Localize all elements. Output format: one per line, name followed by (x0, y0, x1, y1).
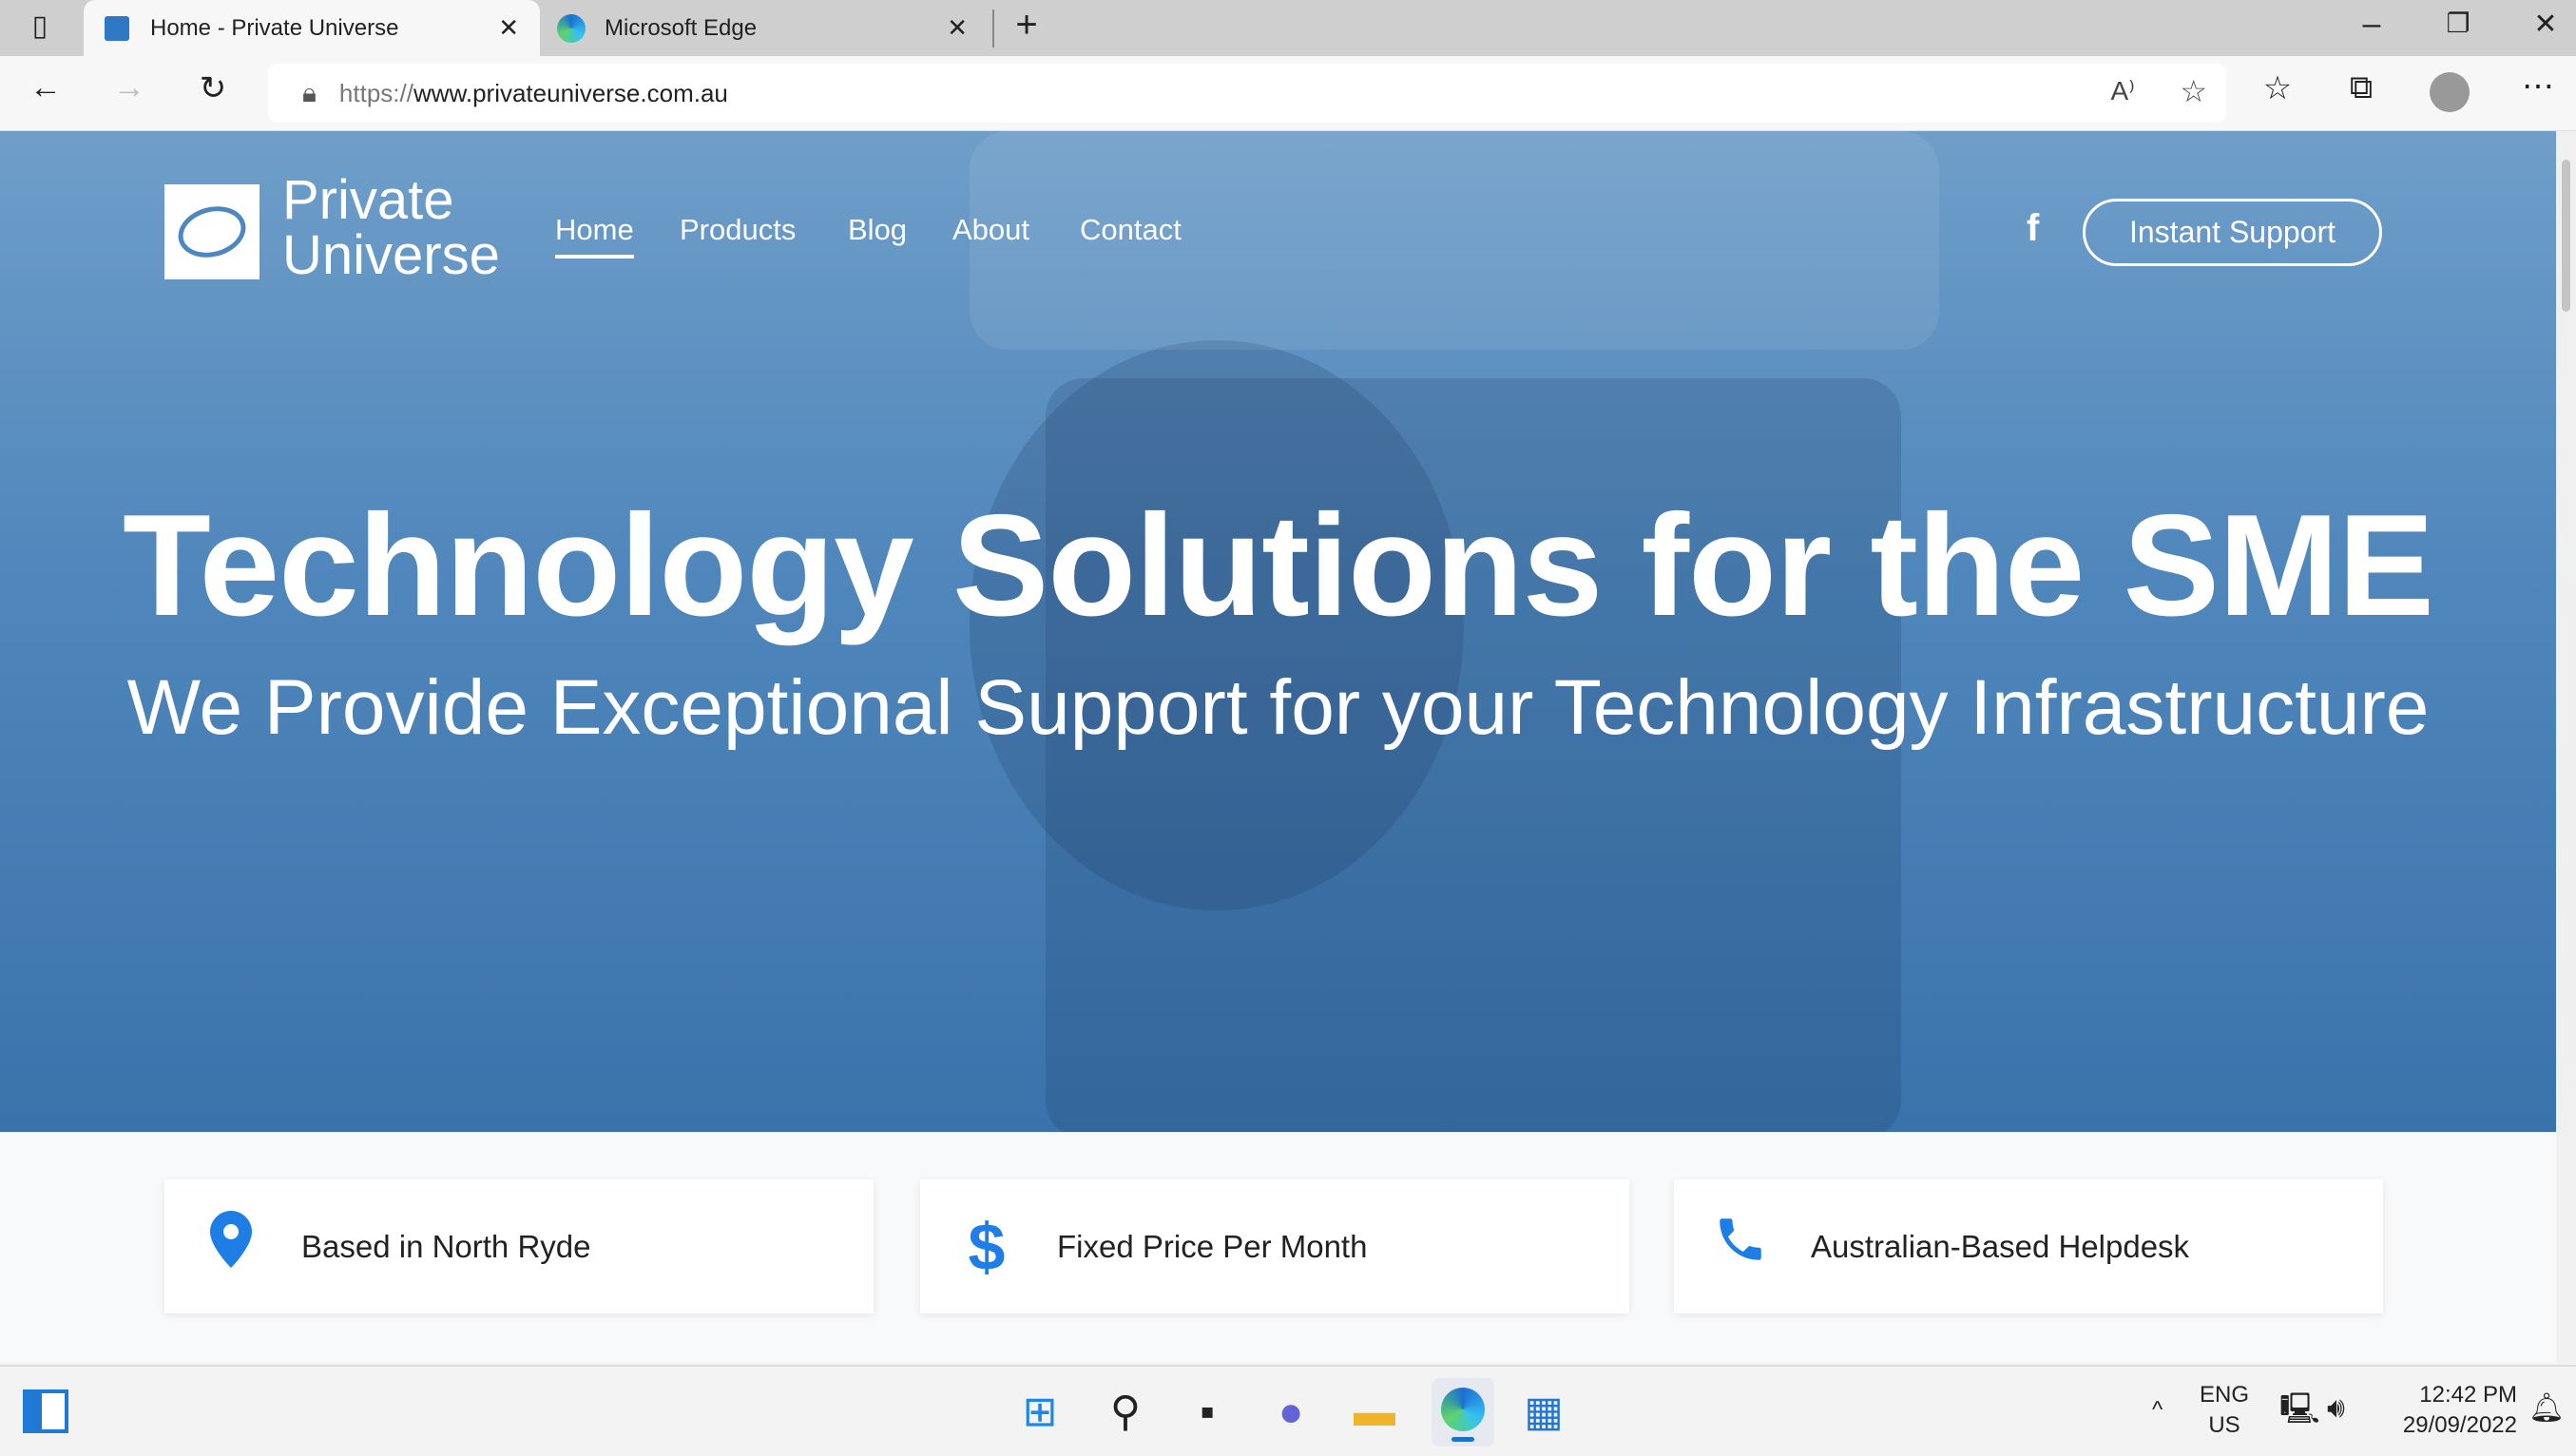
logo-orbit-icon (172, 199, 252, 265)
widgets-icon[interactable] (23, 1389, 68, 1433)
close-tab-icon[interactable]: ✕ (498, 13, 519, 43)
browser-toolbar: ← → ↻ 🔒︎ https://www.privateuniverse.com… (0, 56, 2576, 131)
date: 29/09/2022 (2402, 1412, 2517, 1438)
web-page: Private Universe Home Products Blog Abou… (0, 131, 2556, 1363)
back-button[interactable]: ← (17, 69, 74, 106)
more-menu-icon[interactable]: ⋯ (2509, 67, 2566, 105)
close-tab-icon[interactable]: ✕ (947, 13, 968, 43)
store-icon[interactable]: ▦ (1519, 1388, 1568, 1437)
collections-icon[interactable]: ⧉ (2333, 69, 2390, 106)
language: ENG (2199, 1382, 2249, 1408)
feature-label: Based in North Ryde (301, 1228, 591, 1264)
windows-taskbar: ⊞ ⚲ ▪ ● ▬ ▦ ^ ENG US 🖳︎ 🔊︎ 12:42 PM 29/0… (0, 1365, 2576, 1456)
tab-title: Microsoft Edge (605, 14, 758, 41)
close-window-button[interactable]: ✕ (2517, 8, 2574, 41)
search-icon[interactable]: ⚲ (1101, 1388, 1150, 1437)
phone-icon (1674, 1212, 1807, 1281)
network-icon[interactable]: 🖳︎ (2279, 1393, 2320, 1424)
edge-taskbar-button[interactable] (1432, 1378, 1494, 1446)
tab-home[interactable]: Home - Private Universe ✕ (84, 0, 540, 56)
forward-button[interactable]: → (101, 69, 158, 106)
lock-icon: 🔒︎ (302, 77, 317, 107)
notification-bell-icon[interactable]: 🔔︎ (2528, 1393, 2565, 1424)
show-hidden-icons[interactable]: ^ (2152, 1395, 2163, 1426)
edge-icon (557, 13, 586, 43)
nav-contact[interactable]: Contact (1080, 213, 1182, 247)
tab-bar: ▯ Home - Private Universe ✕ Microsoft Ed… (0, 0, 2576, 56)
keyboard-layout: US (2208, 1412, 2240, 1438)
feature-label: Fixed Price Per Month (1057, 1228, 1368, 1264)
tab-divider (992, 10, 994, 48)
refresh-button[interactable]: ↻ (184, 69, 241, 107)
feature-card-price: $ Fixed Price Per Month (920, 1179, 1629, 1313)
clock[interactable]: 12:42 PM 29/09/2022 (2384, 1380, 2517, 1441)
nav-blog[interactable]: Blog (848, 213, 907, 247)
tab-edge[interactable]: Microsoft Edge ✕ (542, 0, 989, 56)
file-explorer-icon[interactable]: ▬ (1350, 1388, 1399, 1437)
dollar-icon: $ (968, 1209, 1006, 1284)
new-tab-button[interactable]: + (998, 4, 1055, 47)
site-favicon-icon (105, 15, 129, 41)
time: 12:42 PM (2419, 1382, 2517, 1408)
hero-subheadline: We Provide Exceptional Support for your … (126, 664, 2430, 751)
hero-headline: Technology Solutions for the SME (123, 485, 2434, 646)
restore-button[interactable]: ❐ (2430, 8, 2487, 39)
nav-products[interactable]: Products (680, 213, 796, 247)
read-aloud-icon[interactable]: A⁾ (2110, 75, 2135, 106)
logo-mark[interactable] (164, 184, 260, 279)
language-indicator[interactable]: ENG US (2196, 1380, 2253, 1441)
scrollbar-thumb[interactable] (2562, 160, 2570, 312)
feature-label: Australian-Based Helpdesk (1811, 1228, 2190, 1264)
chat-icon[interactable]: ● (1266, 1388, 1316, 1437)
facebook-icon[interactable]: f (2027, 207, 2039, 250)
feature-card-location: Based in North Ryde (164, 1179, 874, 1313)
map-pin-icon (164, 1211, 298, 1282)
task-view-icon[interactable]: ▪ (1182, 1388, 1232, 1437)
add-favorite-icon[interactable]: ☆ (2180, 73, 2207, 109)
nav-home[interactable]: Home (555, 213, 634, 259)
minimize-button[interactable]: – (2343, 6, 2400, 43)
logo-line1: Private (282, 169, 454, 231)
url-host: www.privateuniverse.com.au (413, 78, 728, 107)
profile-avatar[interactable] (2430, 72, 2470, 112)
edge-icon (1441, 1388, 1485, 1431)
tab-title: Home - Private Universe (150, 14, 399, 41)
logo-line2: Universe (282, 224, 500, 286)
url-scheme: https:// (338, 78, 413, 107)
start-button[interactable]: ⊞ (1015, 1388, 1065, 1437)
nav-about[interactable]: About (952, 213, 1029, 247)
address-bar[interactable]: 🔒︎ https://www.privateuniverse.com.au A⁾… (268, 64, 2226, 123)
hero-section: Private Universe Home Products Blog Abou… (0, 131, 2556, 1132)
active-indicator (1451, 1437, 1474, 1442)
instant-support-button[interactable]: Instant Support (2083, 199, 2382, 266)
logo-text[interactable]: Private Universe (282, 173, 500, 283)
tab-actions-icon[interactable]: ▯ (11, 10, 68, 43)
volume-icon[interactable]: 🔊︎ (2327, 1393, 2345, 1424)
page-scrollbar[interactable] (2556, 131, 2576, 1363)
favorites-icon[interactable]: ☆ (2249, 69, 2306, 107)
feature-card-helpdesk: Australian-Based Helpdesk (1674, 1179, 2383, 1313)
